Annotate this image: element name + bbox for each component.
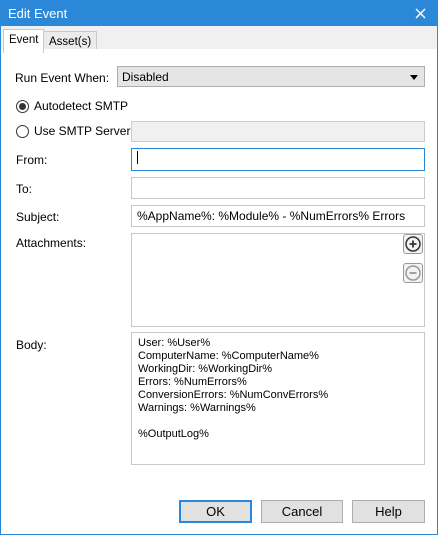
dialog-title: Edit Event xyxy=(8,6,68,21)
from-label: From: xyxy=(16,153,48,167)
run-event-dropdown[interactable]: Disabled xyxy=(117,66,425,87)
attachments-list[interactable] xyxy=(131,233,425,327)
close-button[interactable] xyxy=(403,1,437,26)
subject-input[interactable]: %AppName%: %Module% - %NumErrors% Errors xyxy=(131,205,425,227)
tab-strip: Event Asset(s) xyxy=(1,26,437,53)
add-attachment-button[interactable] xyxy=(403,234,423,254)
title-bar: Edit Event xyxy=(1,1,437,26)
use-smtp-server-label: Use SMTP Server: xyxy=(34,124,134,138)
minus-circle-icon xyxy=(405,265,421,281)
smtp-server-input[interactable] xyxy=(131,121,425,142)
plus-circle-icon xyxy=(405,236,421,252)
subject-label: Subject: xyxy=(16,210,60,224)
close-icon xyxy=(414,8,426,19)
body-label: Body: xyxy=(16,338,47,352)
use-smtp-server-radio[interactable]: Use SMTP Server: xyxy=(16,124,134,138)
radio-selected-icon xyxy=(16,99,29,113)
autodetect-smtp-label: Autodetect SMTP xyxy=(34,99,129,113)
chevron-down-icon xyxy=(410,75,418,80)
text-caret xyxy=(137,151,138,164)
body-textarea[interactable]: User: %User% ComputerName: %ComputerName… xyxy=(131,332,425,465)
autodetect-smtp-radio[interactable]: Autodetect SMTP xyxy=(16,99,128,113)
run-event-value: Disabled xyxy=(122,70,169,84)
edit-event-dialog: Edit Event Event Asset(s) Run Event When… xyxy=(0,0,438,535)
attachments-label: Attachments: xyxy=(16,236,87,250)
tab-event-label: Event xyxy=(9,34,39,46)
run-event-label: Run Event When: xyxy=(15,71,110,85)
radio-unselected-icon xyxy=(16,124,29,138)
ok-button[interactable]: OK xyxy=(179,500,252,523)
help-button[interactable]: Help xyxy=(352,500,425,523)
remove-attachment-button[interactable] xyxy=(403,263,423,283)
to-input[interactable] xyxy=(131,177,425,199)
tab-assets-label: Asset(s) xyxy=(49,36,92,48)
from-input[interactable] xyxy=(131,148,425,171)
cancel-button[interactable]: Cancel xyxy=(261,500,343,523)
tab-event[interactable]: Event xyxy=(3,29,45,53)
to-label: To: xyxy=(16,182,33,196)
